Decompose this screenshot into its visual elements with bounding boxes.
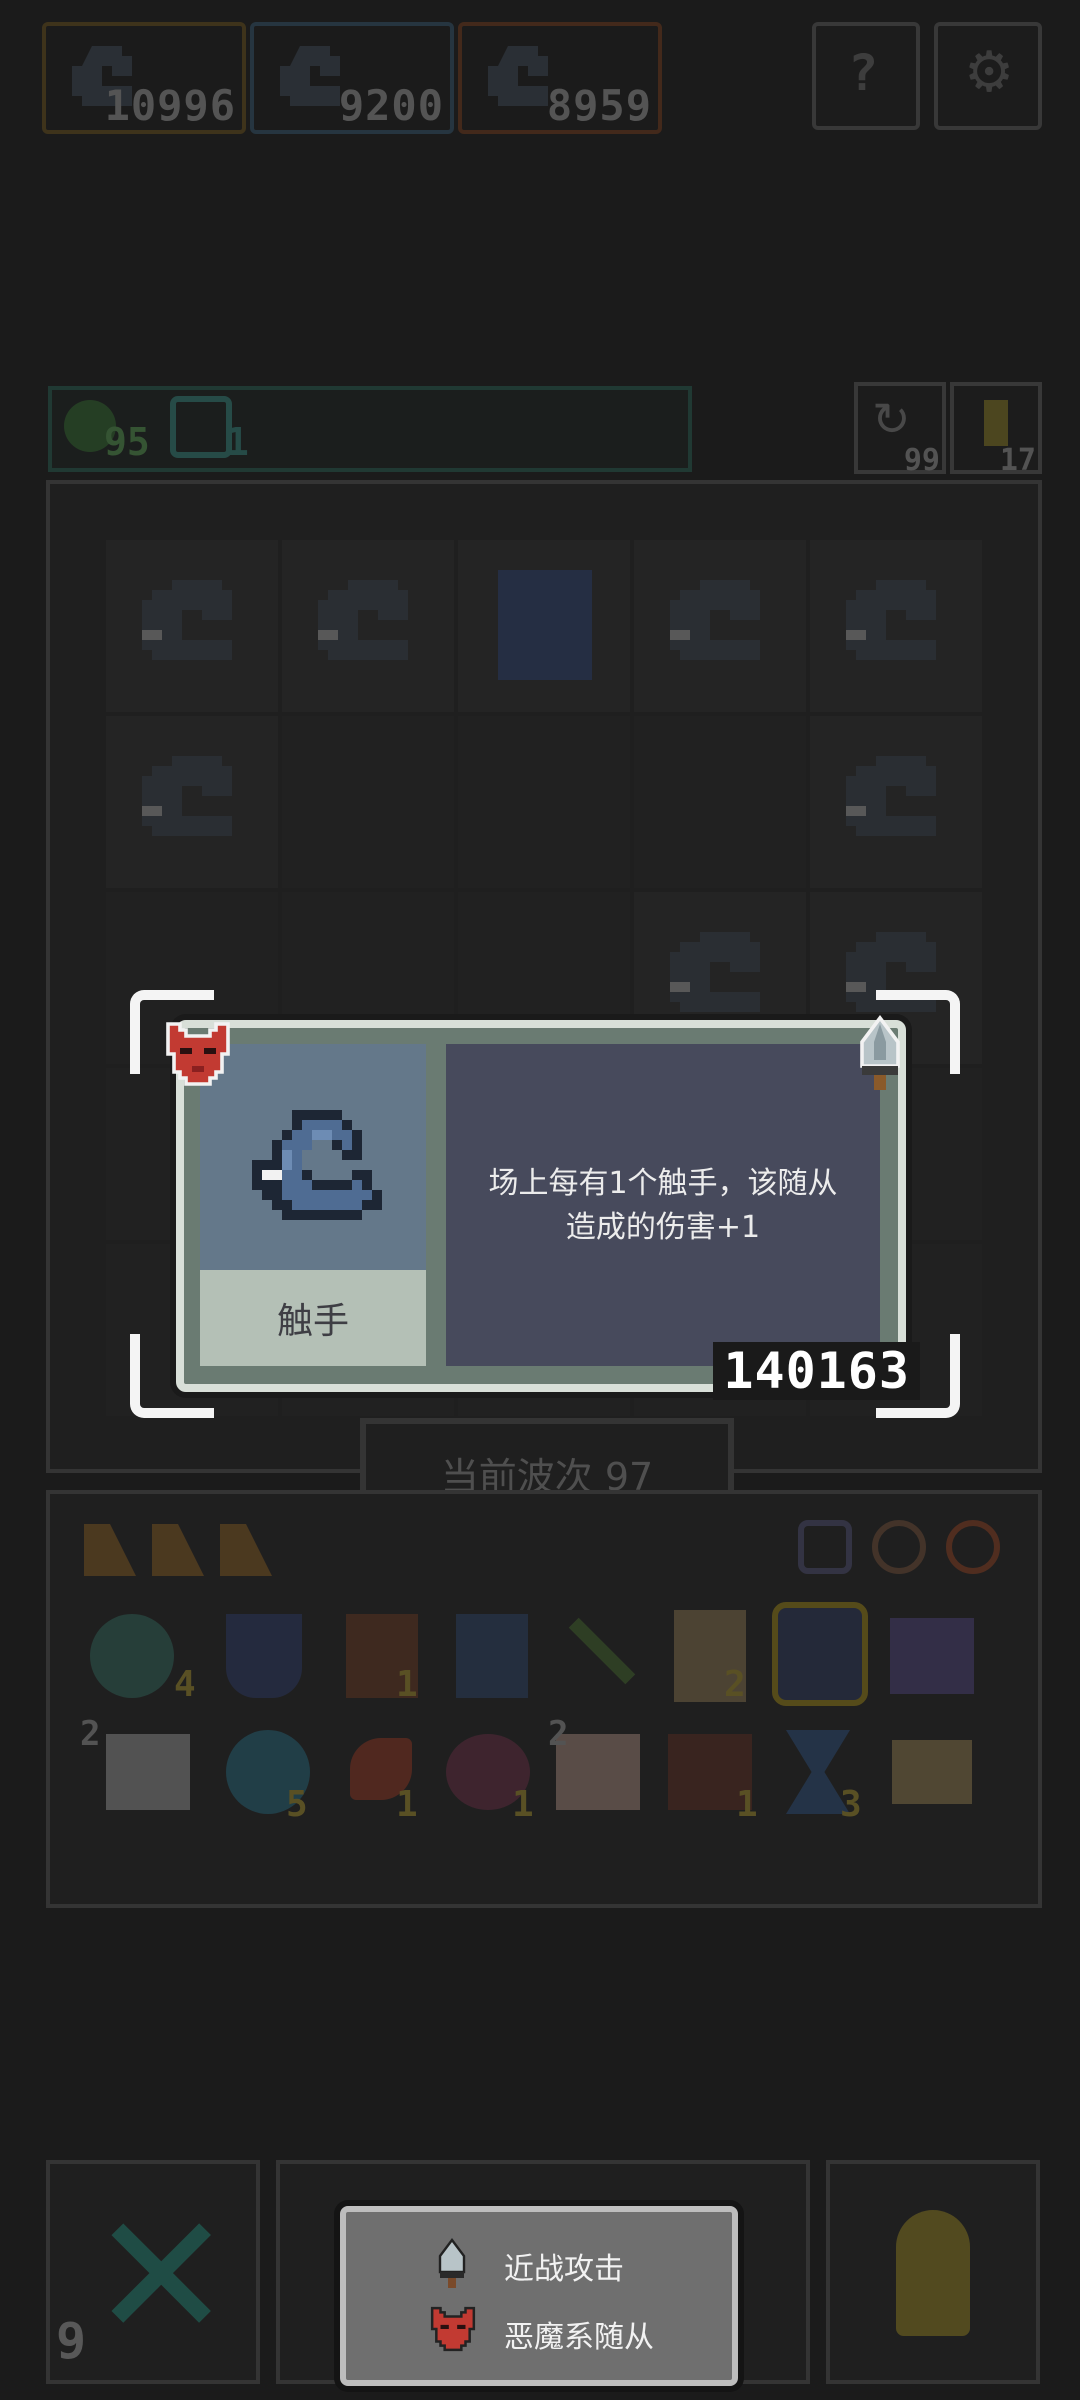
crab-icon[interactable] xyxy=(892,1740,972,1804)
tentacle-icon xyxy=(846,756,936,836)
help-icon: ? xyxy=(848,44,879,102)
player-score: 8959 xyxy=(546,81,652,130)
status-bar: 95 1 xyxy=(48,386,692,472)
refresh-count: 99 xyxy=(903,443,940,478)
board-cell[interactable] xyxy=(458,716,630,888)
close-icon: ✕ xyxy=(90,2178,233,2376)
board-cell[interactable] xyxy=(810,716,982,888)
tentacle-icon xyxy=(318,580,408,660)
clock-count: 1 xyxy=(226,420,249,464)
item-count: 1 xyxy=(512,1784,534,1825)
help-button[interactable]: ? xyxy=(812,22,920,130)
demon-icon[interactable] xyxy=(162,1018,234,1090)
unit-description: 场上每有1个触手，该随从 造成的伤害+1 xyxy=(446,1162,880,1250)
sword-icon[interactable] xyxy=(850,1012,910,1096)
legend-row: 近战攻击 xyxy=(346,2234,732,2294)
clock-totem-icon xyxy=(498,570,592,680)
board-cell[interactable] xyxy=(106,716,278,888)
shield-icon[interactable] xyxy=(226,1614,302,1698)
board-cell[interactable] xyxy=(634,540,806,712)
item-count: 1 xyxy=(396,1664,418,1705)
lifebuoy-icon[interactable] xyxy=(946,1520,1000,1574)
item-count: 2 xyxy=(80,1714,101,1754)
ring-icon[interactable] xyxy=(872,1520,926,1574)
legend-label: 近战攻击 xyxy=(504,2252,624,2287)
wizard-icon[interactable] xyxy=(456,1614,528,1698)
tag-legend-tooltip: 近战攻击 恶魔系随从 xyxy=(340,2206,738,2386)
crown-item-icon[interactable] xyxy=(772,1602,868,1706)
ramp-icon xyxy=(84,1524,136,1576)
spider-icon[interactable] xyxy=(890,1618,974,1694)
piece-button[interactable]: 17 xyxy=(950,382,1042,478)
fist-icon[interactable] xyxy=(106,1734,190,1810)
board-cell[interactable] xyxy=(282,540,454,712)
settings-button[interactable]: ⚙ xyxy=(934,22,1042,130)
unit-description-panel: 场上每有1个触手，该随从 造成的伤害+1 xyxy=(446,1044,880,1366)
demon-icon xyxy=(430,2306,476,2352)
heart-item-icon[interactable] xyxy=(90,1614,174,1698)
unit-name: 触手 xyxy=(276,1301,349,1342)
tentacle-icon xyxy=(846,580,936,660)
tentacle-icon xyxy=(142,756,232,836)
board-cell[interactable] xyxy=(634,716,806,888)
item-count: 2 xyxy=(724,1664,746,1705)
sword-icon xyxy=(438,2238,466,2288)
unit-name-box: 触手 xyxy=(200,1270,426,1366)
tentacle-icon xyxy=(670,580,760,660)
player-score: 10996 xyxy=(104,81,236,130)
board-cell[interactable] xyxy=(458,540,630,712)
item-count: 1 xyxy=(396,1784,418,1825)
board-cell[interactable] xyxy=(810,540,982,712)
pawn-button[interactable] xyxy=(826,2160,1040,2384)
refresh-button[interactable]: ↻ 99 xyxy=(854,382,946,478)
bug-icon[interactable] xyxy=(798,1520,852,1574)
board-cell[interactable] xyxy=(282,716,454,888)
unit-description-line: 造成的伤害+1 xyxy=(565,1210,761,1245)
player-slot-2[interactable]: 9200 xyxy=(250,22,454,134)
player-score: 9200 xyxy=(338,81,444,130)
item-count: 2 xyxy=(548,1714,569,1754)
item-count: 4 xyxy=(174,1664,196,1705)
pawn-icon xyxy=(896,2210,970,2336)
unit-info-card: 触手 场上每有1个触手，该随从 造成的伤害+1 140163 xyxy=(176,1020,920,1400)
ramp-icon xyxy=(152,1524,204,1576)
tentacle-icon xyxy=(670,932,760,1012)
unit-description-line: 场上每有1个触手，该随从 xyxy=(488,1166,838,1201)
gear-icon: ⚙ xyxy=(964,40,1015,105)
green-count: 95 xyxy=(104,420,150,464)
item-count: 5 xyxy=(286,1784,308,1825)
tentacle-icon xyxy=(252,1110,382,1220)
inventory-panel: 4 1 2 2 5 1 1 2 1 3 xyxy=(46,1490,1042,1908)
item-count: 1 xyxy=(736,1784,758,1825)
tentacle-icon xyxy=(142,580,232,660)
clock-icon xyxy=(170,396,232,458)
close-button[interactable]: ✕ 9 xyxy=(46,2160,260,2384)
board-cell[interactable] xyxy=(106,540,278,712)
player-slot-3[interactable]: 8959 xyxy=(458,22,662,134)
hand-icon[interactable] xyxy=(556,1734,640,1810)
legend-row: 恶魔系随从 xyxy=(346,2302,732,2362)
item-count: 3 xyxy=(840,1784,862,1825)
ramp-icon xyxy=(220,1524,272,1576)
unit-score: 140163 xyxy=(713,1342,920,1400)
pawn-icon xyxy=(984,400,1008,446)
legend-label: 恶魔系随从 xyxy=(504,2320,654,2355)
close-count: 9 xyxy=(56,2312,87,2370)
arrow-icon[interactable] xyxy=(568,1617,636,1685)
refresh-icon: ↻ xyxy=(872,392,911,446)
piece-count: 17 xyxy=(999,443,1036,478)
player-slot-1[interactable]: 10996 xyxy=(42,22,246,134)
